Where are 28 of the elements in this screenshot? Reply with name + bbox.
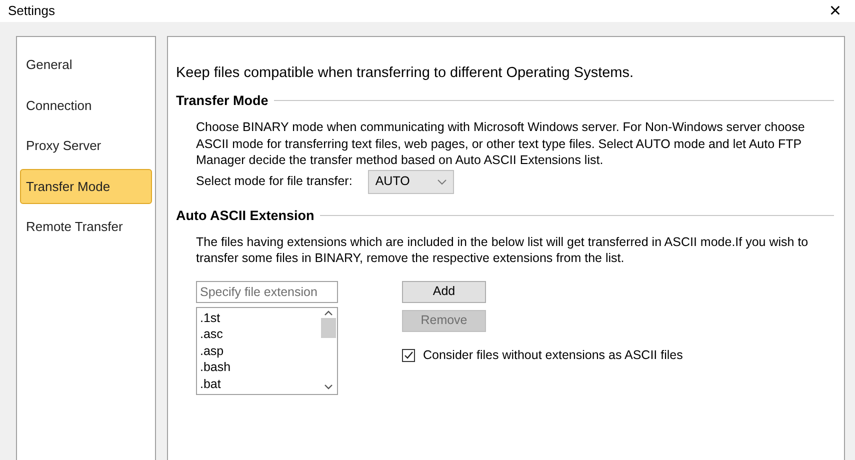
list-item[interactable]: .asp [200, 342, 317, 360]
sidebar-item[interactable]: Remote Transfer [20, 209, 152, 244]
window-title: Settings [8, 2, 55, 20]
intro-text: Keep files compatible when transferring to different Operating Systems. [176, 64, 635, 83]
sidebar-item[interactable]: Transfer Mode [20, 168, 152, 204]
close-button[interactable]: × [823, 1, 847, 21]
mode-dropdown[interactable]: AUTO [368, 170, 454, 194]
list-item[interactable]: .bash [200, 359, 317, 376]
description-text: Choose BINARY mode when communicating with Microsoft Windows server. For Non-Windows server choose ASCII mode for transferring text files, web pages, or other text type files. Select AUTO mode and let Auto FTP Manager decide the transfer method based on Auto ASCII Extensions list. [196, 119, 806, 168]
sidebar-item[interactable]: General [20, 47, 152, 82]
extension-listbox[interactable]: .1st .asc .asp .bash .bat [196, 306, 338, 395]
action-button[interactable]: Add [402, 280, 486, 303]
chevron-down-icon [437, 178, 448, 184]
extension-input-field[interactable]: Specify file extension [196, 280, 338, 303]
select-label: Select mode for file transfer: [196, 173, 352, 190]
sidebar-item[interactable]: Proxy Server [20, 128, 152, 164]
description-text: The files having extensions which are included in the below list will get transferred in ASCII mode.If you wish to transfer some files in BINARY, remove the respective extensions from the list. [196, 234, 810, 267]
sidebar-item[interactable]: Connection [20, 88, 152, 123]
list-item[interactable]: .bat [200, 376, 317, 392]
section-heading: Transfer Mode [176, 92, 268, 110]
scrollbar-thumb[interactable] [321, 318, 336, 338]
chevron-up-icon [324, 310, 333, 316]
list-item[interactable]: .1st [200, 310, 317, 326]
checkbox[interactable] [402, 348, 415, 362]
checkbox-label: Consider files without extensions as ASCII files [423, 346, 683, 364]
section-heading: Auto ASCII Extension [176, 206, 314, 224]
chevron-down-icon [324, 384, 333, 390]
list-item[interactable]: .asc [200, 326, 317, 343]
